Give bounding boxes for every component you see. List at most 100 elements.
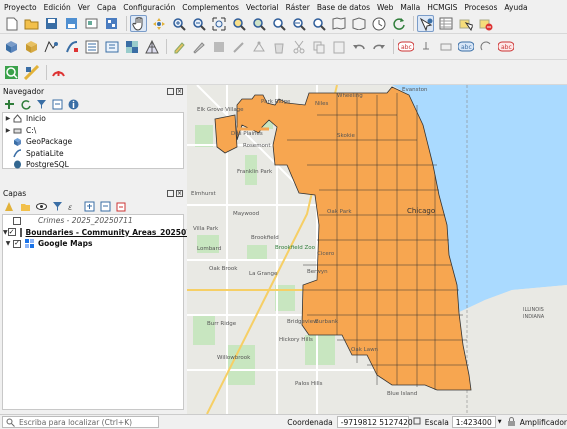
undo-icon[interactable] <box>350 38 367 55</box>
add-csv-layer-icon[interactable] <box>103 38 120 55</box>
expand-arrow-icon[interactable]: ▼ <box>3 240 13 247</box>
select-features-icon[interactable] <box>457 15 474 32</box>
delete-selected-icon[interactable] <box>270 38 287 55</box>
menu-complementos[interactable]: Complementos <box>182 3 239 12</box>
menu-edici-n[interactable]: Edición <box>44 3 71 12</box>
menu-configuraci-n[interactable]: Configuración <box>123 3 175 12</box>
paste-features-icon[interactable] <box>330 38 347 55</box>
new-virtual-layer-icon[interactable] <box>83 38 100 55</box>
expand-arrow-icon[interactable]: ▶ <box>3 115 13 122</box>
coordinate-field[interactable]: -9719812 5127420 <box>336 416 413 428</box>
add-group-icon[interactable] <box>20 201 31 212</box>
browser-item[interactable]: ▶ C:\ <box>3 125 183 137</box>
map-svg[interactable]: Elk Grove Village Park Ridge Niles Wheel… <box>187 85 567 414</box>
menu-web[interactable]: Web <box>377 3 393 12</box>
zoom-out-icon[interactable] <box>190 15 207 32</box>
new-geopackage-icon[interactable] <box>23 38 40 55</box>
collapse-all-icon[interactable] <box>52 99 63 110</box>
menu-ver[interactable]: Ver <box>78 3 90 12</box>
data-source-manager-icon[interactable] <box>3 38 20 55</box>
zoom-in-icon[interactable] <box>170 15 187 32</box>
zoom-native-icon[interactable] <box>270 15 287 32</box>
float-panel-icon[interactable] <box>167 87 174 95</box>
redo-icon[interactable] <box>370 38 387 55</box>
menu-ayuda[interactable]: Ayuda <box>504 3 527 12</box>
open-attribute-table-icon[interactable] <box>437 15 454 32</box>
add-selected-layers-icon[interactable] <box>4 99 15 110</box>
expand-all-icon[interactable] <box>84 201 95 212</box>
map-canvas[interactable]: Elk Grove Village Park Ridge Niles Wheel… <box>187 85 567 414</box>
menu-base-de-datos[interactable]: Base de datos <box>317 3 370 12</box>
save-project-icon[interactable] <box>43 15 60 32</box>
toggle-extents-icon[interactable] <box>413 417 421 427</box>
filter-legend-icon[interactable] <box>52 201 63 212</box>
layer-visibility-checkbox[interactable]: ✓ <box>13 239 21 248</box>
menu-capa[interactable]: Capa <box>97 3 116 12</box>
browser-item[interactable]: SpatiaLite <box>3 148 183 160</box>
remove-layer-icon[interactable] <box>116 201 127 212</box>
new-map-view-icon[interactable] <box>330 15 347 32</box>
refresh-icon[interactable] <box>20 99 31 110</box>
show-hide-labels-icon[interactable] <box>437 38 454 55</box>
add-mesh-icon[interactable] <box>143 38 160 55</box>
layer-item[interactable]: ▼ ✓ Boundaries - Community Areas_20250711 <box>3 227 202 239</box>
open-layer-styling-icon[interactable] <box>4 201 15 212</box>
pan-map-icon[interactable] <box>130 15 147 32</box>
info-icon[interactable] <box>68 99 79 110</box>
new-shapefile-icon[interactable] <box>43 38 60 55</box>
zoom-full-icon[interactable] <box>210 15 227 32</box>
manage-map-themes-icon[interactable] <box>36 201 47 212</box>
browser-item[interactable]: GeoPackage <box>3 136 183 148</box>
save-layer-edits-icon[interactable] <box>210 38 227 55</box>
close-panel-icon[interactable]: × <box>176 189 183 197</box>
add-raster-icon[interactable] <box>123 38 140 55</box>
layer-visibility-checkbox[interactable] <box>13 216 21 225</box>
rotate-label-icon[interactable] <box>477 38 494 55</box>
zoom-to-layer-icon[interactable] <box>250 15 267 32</box>
filter-icon[interactable] <box>36 99 47 110</box>
refresh-icon[interactable] <box>390 15 407 32</box>
vertex-tool-icon[interactable] <box>250 38 267 55</box>
lock-scale-icon[interactable] <box>507 416 516 428</box>
browser-tree[interactable]: ▶ Inicio ▶ C:\ GeoPackage SpatiaLite PostgreSQ… <box>2 112 184 169</box>
toggle-editing-icon[interactable] <box>190 38 207 55</box>
menu-vectorial[interactable]: Vectorial <box>246 3 279 12</box>
float-panel-icon[interactable] <box>167 189 174 197</box>
layer-item[interactable]: Crimes - 2025_20250711 <box>3 215 183 227</box>
layout-manager-icon[interactable] <box>103 15 120 32</box>
measure-angle-icon[interactable] <box>50 64 67 81</box>
new-3d-view-icon[interactable] <box>350 15 367 32</box>
change-label-icon[interactable]: abc <box>497 38 514 55</box>
cut-features-icon[interactable] <box>290 38 307 55</box>
digitize-icon[interactable] <box>230 38 247 55</box>
pin-labels-icon[interactable] <box>417 38 434 55</box>
zoom-next-icon[interactable] <box>310 15 327 32</box>
open-project-icon[interactable] <box>23 15 40 32</box>
save-as-icon[interactable] <box>63 15 80 32</box>
close-panel-icon[interactable]: × <box>176 87 183 95</box>
menu-procesos[interactable]: Procesos <box>464 3 497 12</box>
zoom-to-selection-icon[interactable] <box>230 15 247 32</box>
layers-tree[interactable]: Crimes - 2025_20250711 ▼ ✓ Boundaries - Com… <box>2 214 202 410</box>
collapse-all-icon[interactable] <box>100 201 111 212</box>
hcmgis-tool-icon[interactable] <box>23 64 40 81</box>
pan-to-selection-icon[interactable] <box>150 15 167 32</box>
menu-proyecto[interactable]: Proyecto <box>4 3 37 12</box>
deselect-features-icon[interactable] <box>477 15 494 32</box>
locator-search-input[interactable]: Escriba para localizar (Ctrl+K) <box>2 416 160 428</box>
label-tool-icon[interactable]: abc <box>397 38 414 55</box>
scale-dropdown-icon[interactable]: ▼ <box>498 419 504 425</box>
copy-features-icon[interactable] <box>310 38 327 55</box>
menu-malla[interactable]: Malla <box>400 3 420 12</box>
scale-field[interactable]: 1:423400 <box>451 416 496 428</box>
new-layout-icon[interactable] <box>83 15 100 32</box>
menu-hcmgis[interactable]: HCMGIS <box>427 3 457 12</box>
layer-item[interactable]: ▼ ✓ Google Maps <box>3 238 183 250</box>
temporal-controller-icon[interactable] <box>370 15 387 32</box>
new-spatialite-icon[interactable] <box>63 38 80 55</box>
expand-arrow-icon[interactable]: ▶ <box>3 127 13 134</box>
identify-features-icon[interactable] <box>417 15 434 32</box>
filter-by-expression-icon[interactable]: ε <box>68 201 79 212</box>
zoom-last-icon[interactable] <box>290 15 307 32</box>
menu-r-ster[interactable]: Ráster <box>286 3 310 12</box>
